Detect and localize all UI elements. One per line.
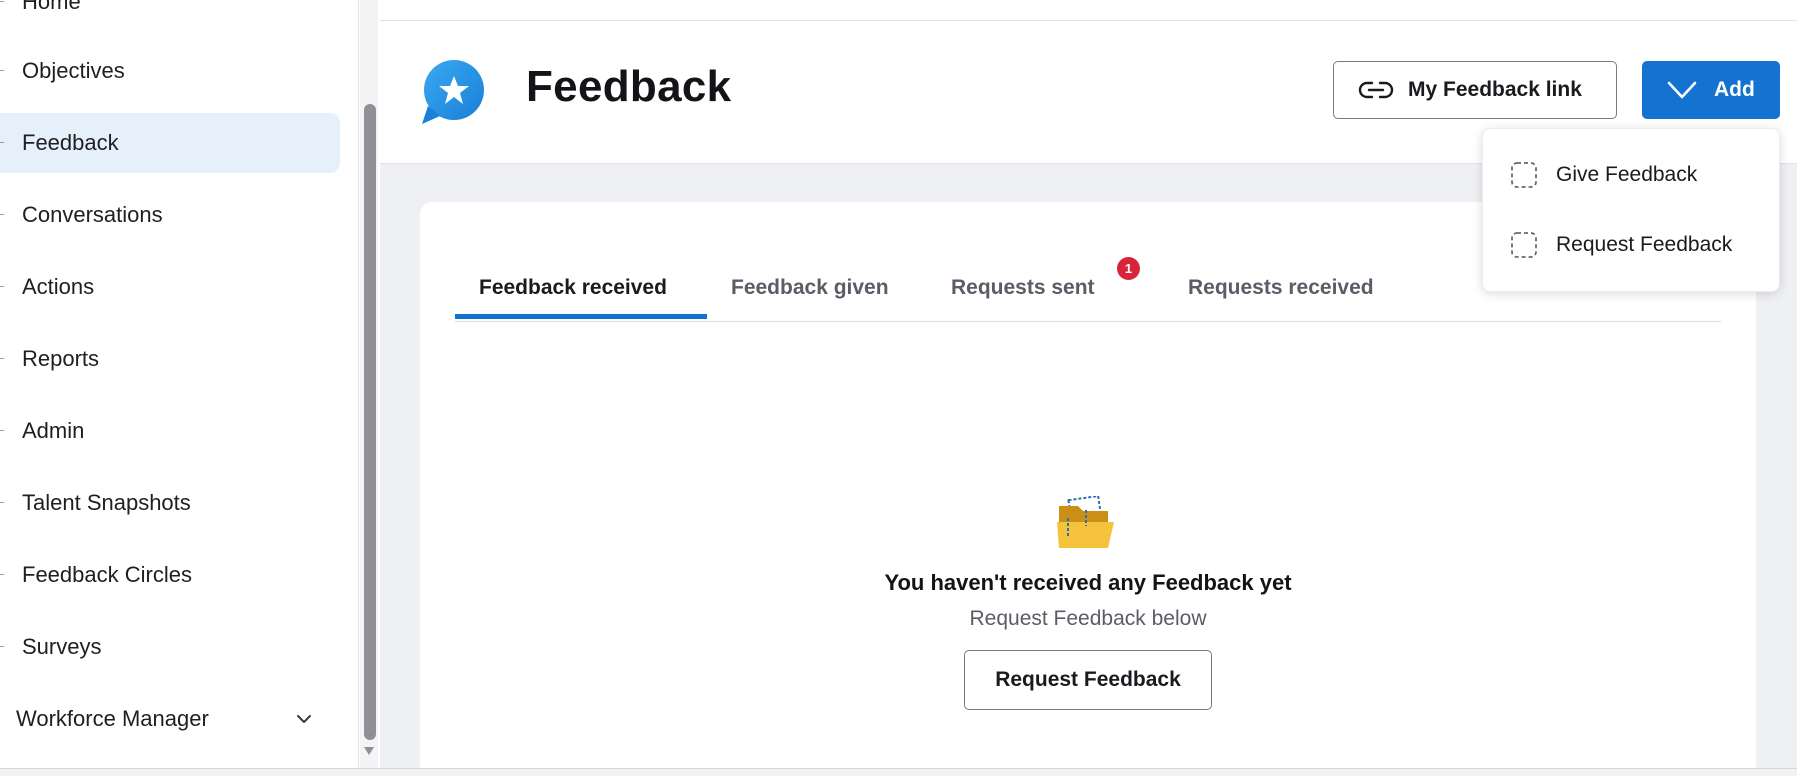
sidebar-item-actions[interactable]: Actions — [0, 257, 340, 317]
nav-tick — [0, 286, 4, 287]
tab-requests-received[interactable]: Requests received — [1188, 255, 1374, 321]
empty-state-subtitle: Request Feedback below — [969, 607, 1207, 630]
sidebar-item-label: Feedback — [22, 130, 119, 155]
sidebar-item-home[interactable]: Home — [0, 0, 340, 32]
open-folder-icon — [1057, 496, 1114, 548]
nav-tick — [0, 70, 4, 71]
tab-feedback-given[interactable]: Feedback given — [731, 255, 889, 321]
sidebar-item-label: Workforce Manager — [16, 706, 209, 731]
chevron-down-icon — [1667, 81, 1697, 99]
sidebar-item-label: Objectives — [22, 58, 125, 83]
nav-tick — [0, 430, 4, 431]
sidebar-nav: Home Objectives Feedback Conversations A… — [0, 0, 359, 768]
add-button[interactable]: Add — [1642, 61, 1780, 119]
sidebar-item-feedback-circles[interactable]: Feedback Circles — [0, 545, 340, 605]
menu-item-label: Request Feedback — [1556, 233, 1733, 256]
menu-item-label: Give Feedback — [1556, 163, 1698, 186]
nav-tick — [0, 214, 4, 215]
menu-item-give-feedback[interactable]: Give Feedback — [1483, 145, 1781, 205]
empty-state-title: You haven't received any Feedback yet — [884, 570, 1292, 595]
sidebar-item-admin[interactable]: Admin — [0, 401, 340, 461]
placeholder-icon — [1511, 232, 1537, 258]
placeholder-icon — [1511, 162, 1537, 188]
request-feedback-button[interactable]: Request Feedback — [964, 650, 1212, 710]
sidebar-item-label: Reports — [22, 346, 100, 371]
sidebar-item-label: Talent Snapshots — [22, 490, 191, 515]
sidebar-item-label: Admin — [22, 418, 85, 443]
add-button-label: Add — [1714, 78, 1755, 101]
nav-tick — [0, 502, 4, 503]
tab-requests-sent[interactable]: Requests sent — [951, 255, 1095, 321]
top-bar — [380, 0, 1797, 21]
sidebar-item-feedback[interactable]: Feedback — [0, 113, 340, 173]
tab-feedback-received[interactable]: Feedback received — [479, 255, 667, 321]
active-tab-indicator — [455, 314, 707, 319]
sidebar-item-reports[interactable]: Reports — [0, 329, 340, 389]
sidebar-scrollbar-thumb[interactable] — [364, 104, 376, 740]
sidebar-item-conversations[interactable]: Conversations — [0, 185, 340, 245]
link-icon — [1358, 81, 1394, 99]
add-dropdown-menu: Give Feedback Request Feedback — [1482, 128, 1780, 292]
sidebar-item-label: Home — [22, 0, 81, 14]
my-feedback-link-label: My Feedback link — [1408, 78, 1582, 101]
chevron-down-icon[interactable] — [294, 709, 314, 729]
sidebar-item-surveys[interactable]: Surveys — [0, 617, 340, 677]
sidebar-item-label: Actions — [22, 274, 95, 299]
nav-tick — [0, 358, 4, 359]
sidebar-item-label: Feedback Circles — [22, 562, 192, 587]
nav-tick — [0, 142, 4, 143]
nav-tick — [0, 1, 4, 2]
sidebar-item-label: Conversations — [22, 202, 163, 227]
nav-tick — [0, 646, 4, 647]
my-feedback-link-button[interactable]: My Feedback link — [1333, 61, 1617, 119]
sidebar-item-objectives[interactable]: Objectives — [0, 41, 340, 101]
sidebar-item-workforce-manager[interactable]: Workforce Manager — [0, 689, 340, 749]
menu-item-request-feedback[interactable]: Request Feedback — [1483, 215, 1781, 275]
page-title: Feedback — [526, 62, 732, 111]
scroll-down-arrow-icon[interactable] — [362, 745, 376, 757]
requests-sent-badge: 1 — [1117, 257, 1140, 280]
feedback-star-bubble-icon — [422, 60, 484, 124]
nav-tick — [0, 574, 4, 575]
sidebar-item-talent-snapshots[interactable]: Talent Snapshots — [0, 473, 340, 533]
sidebar-item-label: Surveys — [22, 634, 102, 659]
